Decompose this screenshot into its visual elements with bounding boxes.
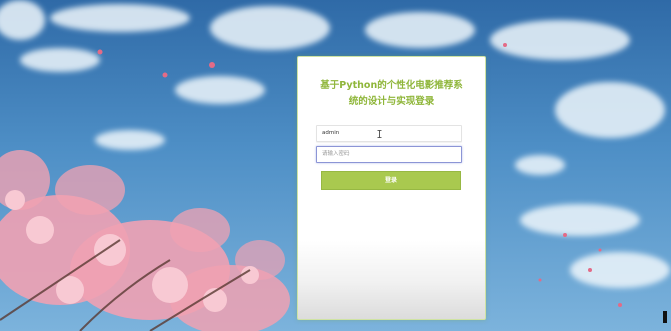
login-button[interactable]: 登录 bbox=[321, 171, 461, 190]
title-line-1: 基于Python的个性化电影推荐系 bbox=[320, 80, 463, 91]
text-cursor-icon bbox=[377, 130, 382, 138]
edge-marker bbox=[663, 311, 667, 323]
password-input[interactable]: 请输入密码 bbox=[316, 146, 462, 163]
username-input[interactable]: admin bbox=[316, 125, 462, 142]
title-line-2: 统的设计与实现登录 bbox=[348, 96, 435, 107]
login-card: 基于Python的个性化电影推荐系 统的设计与实现登录 admin 请输入密码 … bbox=[297, 56, 486, 320]
password-placeholder: 请输入密码 bbox=[322, 151, 350, 157]
username-value: admin bbox=[322, 130, 340, 136]
page-title: 基于Python的个性化电影推荐系 统的设计与实现登录 bbox=[312, 78, 471, 110]
